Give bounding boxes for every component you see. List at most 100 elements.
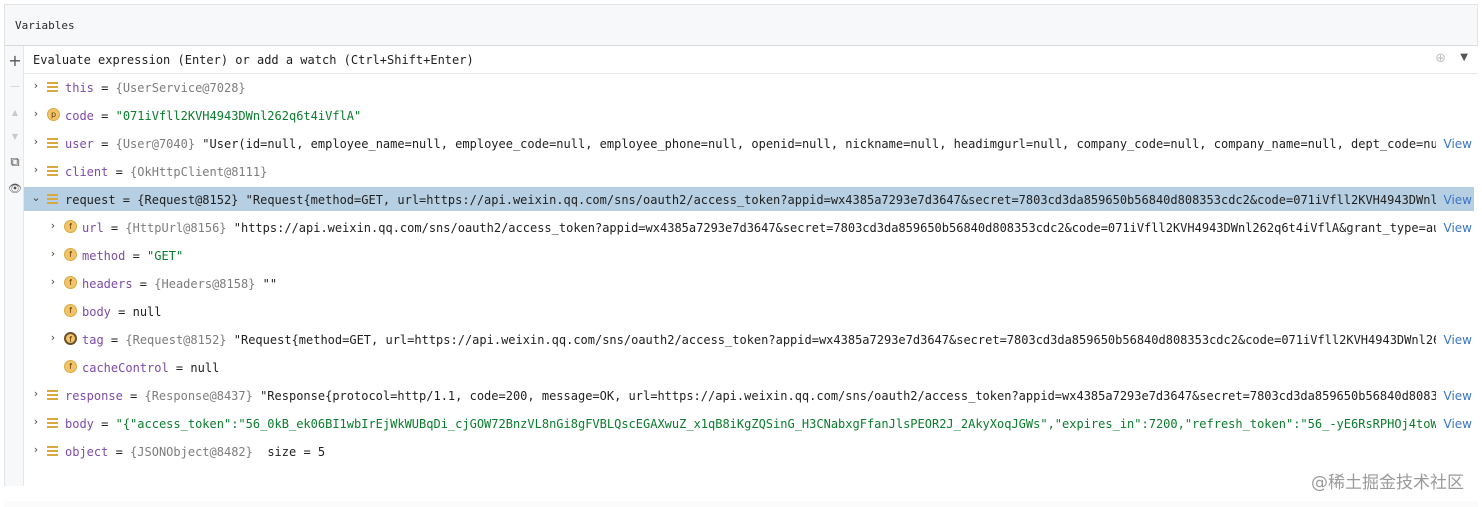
variable-row[interactable]: › object = {JSONObject@8482} size = 5 [24, 439, 1474, 463]
variable-icon [47, 138, 58, 148]
variable-line: body = null [82, 305, 162, 319]
status-strip [4, 501, 1478, 507]
variable-value: "GET" [147, 249, 184, 263]
variable-row[interactable]: › this = {UserService@7028} [24, 75, 1474, 99]
collapse-chevron-icon[interactable]: ⌄ [30, 191, 42, 204]
equals-sign: = [168, 361, 191, 375]
variable-row[interactable]: › user = {User@7040} "User(id=null, emplo… [24, 131, 1474, 155]
equals-sign: = [103, 333, 126, 347]
add-watch-button[interactable]: + [6, 50, 24, 70]
field-icon: f [64, 332, 77, 345]
variable-row[interactable]: › p code = "071iVfll2KVH4943DWnl262q6t4iVf… [24, 103, 1474, 127]
variable-row[interactable]: › f method = "GET" [24, 243, 1474, 267]
view-link[interactable]: View [1444, 221, 1472, 235]
remove-watch-button[interactable]: — [6, 76, 24, 96]
variable-name: body [65, 417, 94, 431]
variable-name: user [65, 137, 94, 151]
field-icon: f [64, 276, 77, 289]
variable-name: body [82, 305, 111, 319]
variable-type: {HttpUrl@8156} [125, 221, 227, 235]
variable-value: null [190, 361, 220, 375]
variables-toolbar: + — ▲ ▼ ⧉ 👁 [4, 46, 24, 486]
variable-icon [47, 166, 58, 176]
equals-sign: = [93, 137, 116, 151]
watermark: @稀土掘金技术社区 [1311, 473, 1464, 493]
evaluate-expression-bar[interactable]: Evaluate expression (Enter) or add a wat… [24, 46, 1478, 74]
variable-line: method = "GET" [82, 249, 183, 263]
variable-line: code = "071iVfll2KVH4943DWnl262q6t4iVflA… [65, 109, 361, 123]
move-down-button[interactable]: ▼ [6, 126, 24, 146]
variable-line: user = {User@7040} "User(id=null, employ… [65, 137, 1436, 151]
history-dropdown-icon[interactable]: ▼ [1460, 52, 1468, 63]
field-icon: f [64, 248, 77, 261]
equals-sign: = [103, 221, 126, 235]
move-up-button[interactable]: ▲ [6, 102, 24, 122]
view-link[interactable]: View [1444, 193, 1472, 207]
variable-type: {Response@8437} [144, 389, 253, 403]
variable-row[interactable]: f cacheControl = null [24, 355, 1474, 379]
variable-name: url [82, 221, 104, 235]
equals-sign: = [115, 193, 138, 207]
variable-row[interactable]: › f headers = {Headers@8158} "" [24, 271, 1474, 295]
variable-value: null [132, 305, 162, 319]
variable-row[interactable]: f body = null [24, 299, 1474, 323]
field-icon: f [64, 360, 77, 373]
variable-name: this [65, 81, 94, 95]
view-link[interactable]: View [1444, 137, 1472, 151]
expand-chevron-icon[interactable]: › [47, 219, 59, 232]
variable-name: method [82, 249, 126, 263]
variable-icon [47, 82, 58, 92]
variable-value: size = 5 [252, 445, 326, 459]
variable-value: "https://api.weixin.qq.com/sns/oauth2/ac… [226, 221, 1436, 235]
expand-chevron-icon[interactable]: › [30, 415, 42, 428]
variable-icon [47, 390, 58, 400]
variable-line: object = {JSONObject@8482} size = 5 [65, 445, 325, 459]
expand-chevron-icon[interactable]: › [30, 107, 42, 120]
variable-row[interactable]: › f tag = {Request@8152} "Request{method=G… [24, 327, 1474, 351]
equals-sign: = [93, 81, 116, 95]
variable-type: {User@7040} [115, 137, 196, 151]
variables-panel-header: Variables [4, 4, 1478, 46]
variable-type: {UserService@7028} [115, 81, 246, 95]
variable-name: code [65, 109, 94, 123]
variable-name: client [65, 165, 109, 179]
variable-row[interactable]: › f url = {HttpUrl@8156} "https://api.weix… [24, 215, 1474, 239]
variable-name: object [65, 445, 109, 459]
variable-value: "Request{method=GET, url=https://api.wei… [238, 193, 1436, 207]
expand-chevron-icon[interactable]: › [30, 163, 42, 176]
variable-line: body = "{"access_token":"56_0kB_ek06BI1w… [65, 417, 1436, 431]
variable-line: this = {UserService@7028} [65, 81, 246, 95]
evaluate-expression-input[interactable]: Evaluate expression (Enter) or add a wat… [33, 53, 474, 67]
variable-row[interactable]: › body = "{"access_token":"56_0kB_ek06BI1… [24, 411, 1474, 435]
variable-row[interactable]: ⌄ request = {Request@8152} "Request{metho… [24, 187, 1474, 211]
variable-icon [47, 418, 58, 428]
add-to-watches-icon[interactable]: ⊕ [1435, 51, 1446, 66]
expand-chevron-icon[interactable]: › [47, 247, 59, 260]
equals-sign: = [110, 305, 133, 319]
expand-chevron-icon[interactable]: › [30, 79, 42, 92]
variable-line: tag = {Request@8152} "Request{method=GET… [82, 333, 1436, 347]
view-link[interactable]: View [1444, 333, 1472, 347]
equals-sign: = [132, 277, 155, 291]
variable-value: "{"access_token":"56_0kB_ek06BI1wbIrEjWk… [115, 417, 1436, 431]
equals-sign: = [125, 249, 148, 263]
variable-row[interactable]: › client = {OkHttpClient@8111} [24, 159, 1474, 183]
variable-row[interactable]: › response = {Response@8437} "Response{pr… [24, 383, 1474, 407]
expand-chevron-icon[interactable]: › [30, 135, 42, 148]
expand-chevron-icon[interactable]: › [30, 387, 42, 400]
expand-chevron-icon[interactable]: › [30, 443, 42, 456]
expand-chevron-icon[interactable]: › [47, 275, 59, 288]
equals-sign: = [108, 445, 131, 459]
variable-type: {Request@8152} [125, 333, 227, 347]
expand-chevron-icon[interactable]: › [47, 331, 59, 344]
variable-icon [47, 446, 58, 456]
variable-name: request [65, 193, 116, 207]
view-link[interactable]: View [1444, 389, 1472, 403]
equals-sign: = [108, 165, 131, 179]
copy-icon[interactable]: ⧉ [6, 152, 24, 172]
view-link[interactable]: View [1444, 417, 1472, 431]
variable-icon [47, 194, 58, 204]
variable-name: cacheControl [82, 361, 169, 375]
watch-eye-icon[interactable]: 👁 [6, 178, 24, 198]
variable-line: request = {Request@8152} "Request{method… [65, 193, 1436, 207]
